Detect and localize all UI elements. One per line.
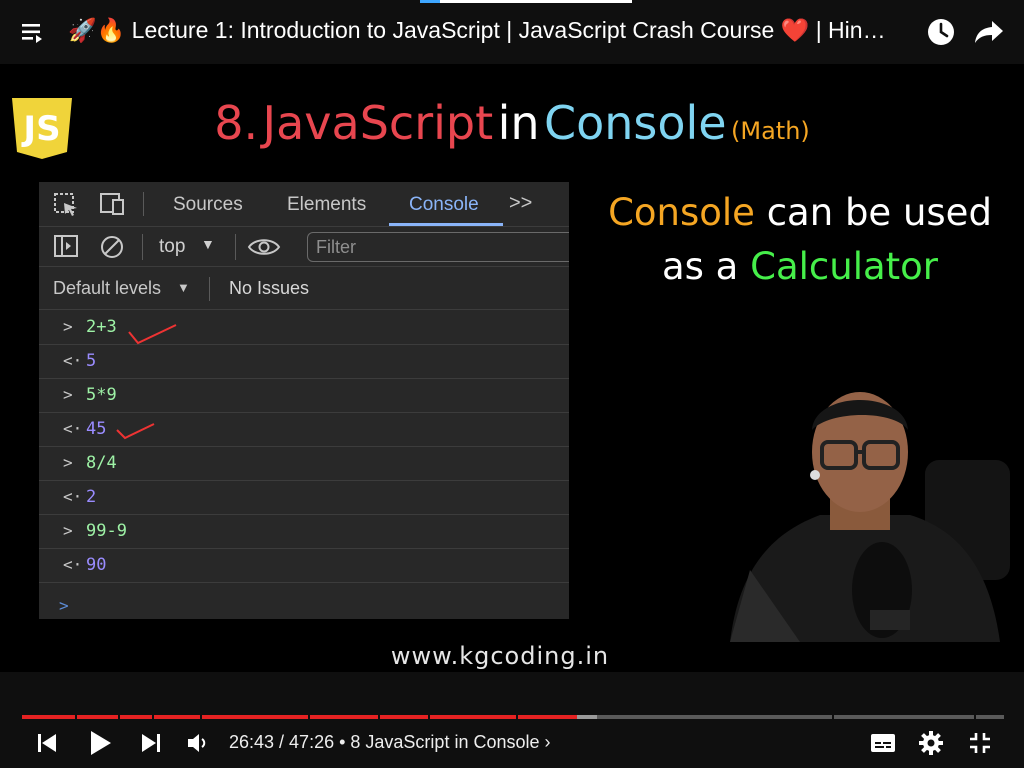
progress-buffered: [576, 715, 597, 719]
clear-console-icon[interactable]: [99, 234, 125, 260]
subtitles-icon[interactable]: [870, 733, 896, 753]
tab-separator: [143, 192, 144, 216]
console-input-line[interactable]: >5*9: [39, 378, 569, 413]
input-chevron-icon: >: [63, 317, 73, 336]
devtools-tab-bar: Sources Elements Console >>: [39, 182, 569, 227]
console-prompt[interactable]: >: [59, 596, 69, 615]
chapter-marker: [118, 715, 120, 719]
tab-console[interactable]: Console: [409, 194, 479, 216]
chevron-down-icon[interactable]: ▼: [177, 280, 190, 295]
console-result-text: 5: [86, 351, 97, 371]
console-input-text: 99-9: [86, 521, 127, 541]
result-arrow-icon: <·: [63, 487, 83, 506]
result-arrow-icon: <·: [63, 351, 83, 370]
progress-played: [22, 715, 577, 719]
time-display: 26:43 / 47:26 • 8 JavaScript in Console …: [229, 732, 551, 753]
filter-input[interactable]: Filter: [307, 232, 569, 262]
heading-javascript: JavaScript: [262, 96, 494, 150]
devtools-filter-bar: top ▼ Filter: [39, 226, 569, 267]
console-result-text: 45: [86, 419, 107, 439]
share-icon[interactable]: [973, 18, 1005, 46]
calculator-caption: Console can be used as a Calculator: [600, 186, 1000, 294]
default-levels-dropdown[interactable]: Default levels: [53, 278, 161, 299]
presenter-video: [690, 390, 1024, 642]
chapter-marker: [378, 715, 380, 719]
video-title[interactable]: 🚀🔥 Lecture 1: Introduction to JavaScript…: [68, 17, 918, 44]
previous-icon[interactable]: [36, 732, 58, 754]
device-toolbar-icon[interactable]: [99, 192, 127, 216]
devtools-panel: Sources Elements Console >> top ▼ Filter…: [39, 182, 569, 619]
result-arrow-icon: <·: [63, 419, 83, 438]
tab-elements[interactable]: Elements: [287, 194, 366, 216]
result-arrow-icon: <·: [63, 555, 83, 574]
levels-separator: [209, 277, 210, 301]
filter-separator: [142, 234, 143, 260]
live-expression-eye-icon[interactable]: [247, 234, 281, 260]
chapter-title[interactable]: • 8 JavaScript in Console ›: [334, 732, 550, 752]
chapter-marker: [152, 715, 154, 719]
context-selector[interactable]: top: [159, 236, 185, 258]
website-watermark: www.kgcoding.in: [390, 642, 610, 670]
console-input-line[interactable]: >2+3: [39, 310, 569, 345]
heading-number: 8.: [214, 96, 259, 150]
chapter-marker: [974, 715, 976, 719]
tab-sources[interactable]: Sources: [173, 194, 243, 216]
volume-icon[interactable]: [186, 732, 210, 754]
console-input-text: 5*9: [86, 385, 117, 405]
console-result-line[interactable]: <· 5: [39, 344, 569, 379]
devtools-levels-bar: Default levels ▼ No Issues: [39, 267, 569, 310]
caption-can-be-used: can be used: [754, 191, 992, 234]
exit-fullscreen-icon[interactable]: [968, 731, 992, 755]
heading-math: (Math): [731, 117, 810, 145]
console-input-text: 2+3: [86, 317, 117, 337]
heading-console: Console: [543, 96, 727, 150]
next-icon[interactable]: [140, 732, 162, 754]
console-result-line[interactable]: <· 90: [39, 548, 569, 583]
settings-gear-icon[interactable]: [918, 730, 944, 756]
checkmark-annotation-icon: [116, 423, 155, 440]
sidebar-toggle-icon[interactable]: [53, 234, 79, 258]
time-elapsed-total: 26:43 / 47:26: [229, 732, 335, 752]
filter-placeholder: Filter: [316, 237, 356, 257]
caption-as-a: as a: [661, 245, 751, 288]
caption-console: Console: [608, 191, 755, 234]
chevron-down-icon[interactable]: ▼: [201, 236, 215, 252]
input-chevron-icon: >: [63, 385, 73, 404]
console-result-line[interactable]: <· 2: [39, 480, 569, 515]
chapter-marker: [832, 715, 834, 719]
top-scroll-indicator: [420, 0, 632, 3]
input-chevron-icon: >: [63, 453, 73, 472]
caption-calculator: Calculator: [750, 245, 939, 288]
chapter-marker: [75, 715, 77, 719]
heading-in: in: [497, 96, 540, 150]
chapter-marker: [308, 715, 310, 719]
chapter-marker: [200, 715, 202, 719]
filter-separator: [235, 234, 236, 260]
console-input-line[interactable]: >8/4: [39, 446, 569, 481]
console-result-text: 2: [86, 487, 97, 507]
inspect-element-icon[interactable]: [53, 192, 79, 216]
chapter-marker: [428, 715, 430, 719]
console-input-text: 8/4: [86, 453, 117, 473]
slide-heading: 8. JavaScript in Console (Math): [0, 96, 1024, 150]
watch-later-icon[interactable]: [926, 17, 956, 47]
chapter-marker: [516, 715, 518, 719]
console-result-text: 90: [86, 555, 107, 575]
top-scroll-indicator-active: [420, 0, 440, 3]
more-tabs-button[interactable]: >>: [509, 192, 532, 215]
playlist-icon[interactable]: [22, 22, 48, 44]
play-icon[interactable]: [88, 729, 114, 757]
input-chevron-icon: >: [63, 521, 73, 540]
checkmark-annotation-icon: [128, 324, 177, 345]
console-input-line[interactable]: >99-9: [39, 514, 569, 549]
issues-counter[interactable]: No Issues: [229, 278, 309, 299]
